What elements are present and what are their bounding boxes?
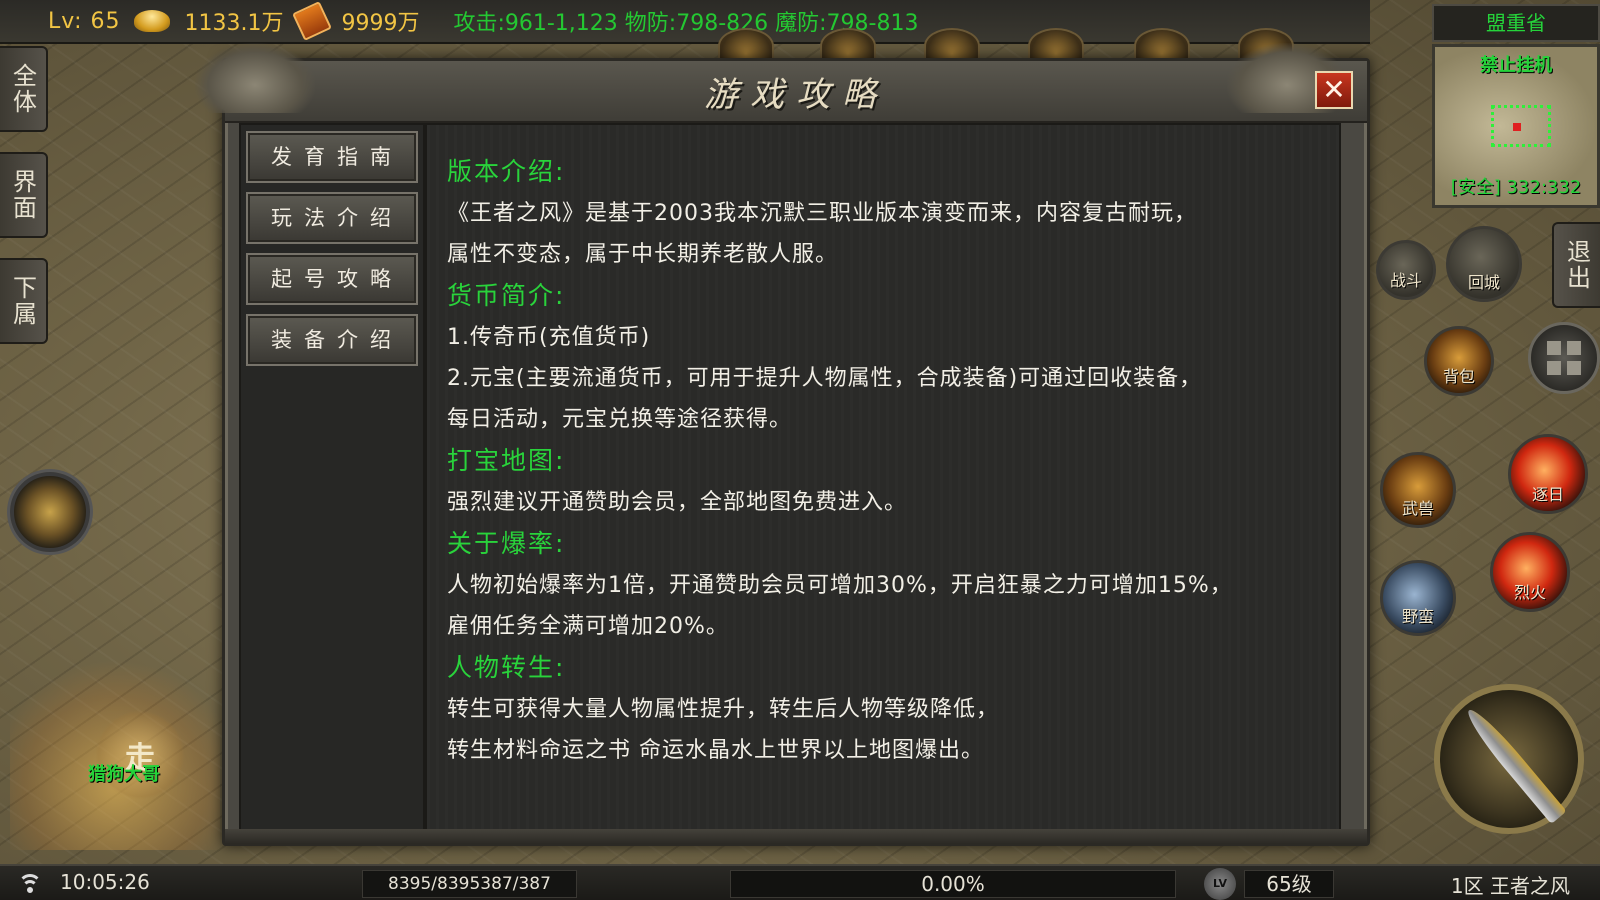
minimap-warning: 禁止挂机 — [1480, 55, 1552, 76]
skill-fire-button[interactable]: 逐日 — [1508, 434, 1588, 514]
content-line: 转生材料命运之书 命运水晶水上世界以上地图爆出。 — [447, 738, 984, 763]
tab-interface[interactable]: 界面 — [0, 152, 48, 238]
exit-button[interactable]: 退出 — [1552, 222, 1600, 308]
menu-equipment-intro[interactable]: 装备介绍 — [246, 314, 418, 366]
player-position-marker — [1513, 123, 1521, 131]
menu-gameplay-intro[interactable]: 玩法介绍 — [246, 192, 418, 244]
region-name: 盟重省 — [1432, 4, 1600, 42]
player-level: Lv: 65 — [48, 8, 121, 34]
grid-menu-icon — [1547, 341, 1581, 375]
panel-header: 游戏攻略 ✕ — [195, 43, 1367, 123]
bottom-status-bar: 10:05:26 8395/8395387/387 0.00% LV 65级 1… — [0, 864, 1600, 900]
content-line: 《王者之风》是基于2003我本沉默三职业版本演变而来，内容复古耐玩， — [447, 201, 1197, 226]
content-line: 每日活动，元宝兑换等途径获得。 — [447, 407, 793, 432]
battle-button[interactable]: 战斗 — [1376, 240, 1436, 300]
dragon-ornament-icon — [195, 43, 315, 113]
close-icon: ✕ — [1322, 73, 1346, 106]
return-city-button[interactable]: 回城 — [1446, 226, 1522, 302]
section-heading-currency: 货币简介: — [447, 281, 566, 310]
bag-button[interactable]: 背包 — [1424, 326, 1494, 396]
bag-label: 背包 — [1442, 367, 1475, 386]
skill-blaze-label: 烈火 — [1513, 583, 1546, 602]
section-heading-rebirth: 人物转生: — [447, 653, 566, 682]
panel-title: 游戏攻略 — [704, 74, 888, 115]
content-line: 1.传奇币(充值货币) — [447, 325, 651, 350]
game-guide-panel: 游戏攻略 ✕ 发育指南 玩法介绍 起号攻略 装备介绍 版本介绍: 《王者之风》是… — [195, 43, 1370, 846]
guide-content: 版本介绍: 《王者之风》是基于2003我本沉默三职业版本演变而来，内容复古耐玩，… — [425, 123, 1341, 835]
main-attack-button[interactable] — [1434, 684, 1584, 834]
menu-growth-guide[interactable]: 发育指南 — [246, 131, 418, 183]
sword-icon — [1461, 703, 1567, 825]
minimap-area-marker — [1491, 105, 1551, 147]
close-button[interactable]: ✕ — [1315, 71, 1353, 109]
walk-button[interactable]: 走 — [95, 710, 185, 800]
level-readout: 65级 — [1244, 870, 1334, 898]
skill-bull-button[interactable]: 武兽 — [1380, 452, 1456, 528]
battle-label: 战斗 — [1389, 271, 1422, 290]
panel-footer — [225, 829, 1367, 843]
content-line: 2.元宝(主要流通货币，可用于提升人物属性，合成装备)可通过回收装备， — [447, 366, 1203, 391]
tab-all[interactable]: 全体 — [0, 46, 48, 132]
wifi-icon — [18, 872, 42, 894]
menu-starter-strategy[interactable]: 起号攻略 — [246, 253, 418, 305]
guide-menu: 发育指南 玩法介绍 起号攻略 装备介绍 — [239, 123, 425, 835]
content-line: 强烈建议开通赞助会员，全部地图免费进入。 — [447, 490, 908, 515]
minimap[interactable]: 禁止挂机 [安全] 332:332 — [1432, 44, 1600, 208]
section-heading-maps: 打宝地图: — [447, 446, 566, 475]
skill-savage-button[interactable]: 野蛮 — [1380, 560, 1456, 636]
skill-savage-label: 野蛮 — [1401, 607, 1434, 626]
skill-fire-label: 逐日 — [1531, 485, 1564, 504]
guild-emblem-icon[interactable] — [10, 472, 90, 552]
return-city-label: 回城 — [1467, 273, 1500, 292]
skill-blaze-button[interactable]: 烈火 — [1490, 532, 1570, 612]
grid-menu-button[interactable] — [1528, 322, 1600, 394]
section-heading-droprate: 关于爆率: — [447, 529, 566, 558]
walk-sub-label: 猎狗大哥 — [88, 764, 160, 785]
server-name: 1区 王者之风 — [1450, 874, 1570, 898]
tab-subordinate[interactable]: 下属 — [0, 258, 48, 344]
gold-amount: 1133.1万 — [184, 11, 284, 36]
level-icon: LV — [1204, 868, 1236, 900]
content-line: 雇佣任务全满可增加20%。 — [447, 614, 729, 639]
section-heading-version: 版本介绍: — [447, 157, 566, 186]
content-line: 属性不变态，属于中长期养老散人服。 — [447, 242, 839, 267]
experience-percent: 0.00% — [921, 872, 985, 896]
experience-bar: 0.00% — [730, 870, 1176, 898]
content-line: 人物初始爆率为1倍，开通赞助会员可增加30%，开启狂暴之力可增加15%， — [447, 573, 1233, 598]
content-line: 转生可获得大量人物属性提升，转生后人物等级降低， — [447, 697, 1000, 722]
scroll-icon — [292, 1, 333, 41]
gold-ingot-icon — [134, 10, 171, 32]
clock: 10:05:26 — [60, 870, 150, 894]
skill-bull-label: 武兽 — [1401, 499, 1434, 518]
currency2-amount: 9999万 — [341, 11, 420, 36]
minimap-coordinates: [安全] 332:332 — [1450, 177, 1582, 198]
hp-mp-readout: 8395/8395387/387 — [362, 870, 577, 898]
